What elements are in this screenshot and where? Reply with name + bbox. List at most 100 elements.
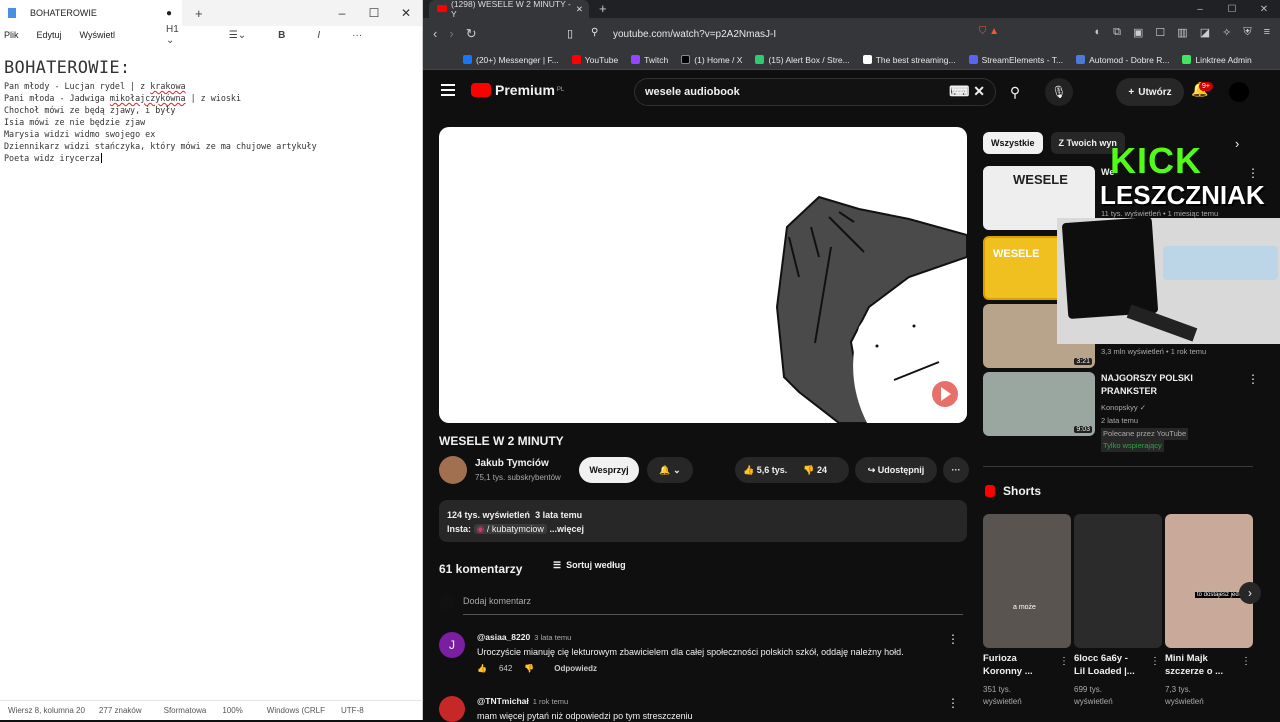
- maximize-icon[interactable]: ☐: [358, 0, 390, 26]
- chips-next-icon[interactable]: ›: [1235, 136, 1239, 151]
- avatar[interactable]: [1229, 82, 1249, 102]
- comment-author[interactable]: @asiaa_8220 3 lata temu: [477, 632, 571, 642]
- more-icon[interactable]: ···: [352, 30, 362, 41]
- sidebar-icon[interactable]: ▥: [1177, 26, 1187, 39]
- brave-shield-icon[interactable]: ⛉ ▲: [979, 26, 999, 37]
- bookmark-item[interactable]: Linktree Admin: [1182, 55, 1252, 65]
- notepad-editor[interactable]: BOHATEROWIE: Pan młody - Lucjan rydel | …: [4, 58, 317, 164]
- back-icon[interactable]: ‹: [433, 26, 437, 42]
- comment-avatar[interactable]: J: [439, 632, 465, 658]
- description-box[interactable]: 124 tys. wyświetleń 3 lata temu Insta: ◉…: [439, 500, 967, 542]
- more-actions-button[interactable]: ···: [943, 457, 969, 483]
- text-line: Pan młody - Lucjan rydel | z krakowa: [4, 81, 186, 91]
- leo-icon[interactable]: ✧: [1222, 26, 1231, 39]
- shorts-next-icon[interactable]: ›: [1239, 582, 1261, 604]
- extension-icon[interactable]: ⧉: [1113, 26, 1121, 39]
- encoding[interactable]: UTF-8: [325, 706, 364, 715]
- close-window-icon[interactable]: ✕: [390, 0, 422, 26]
- share-button[interactable]: ↪ Udostępnij: [855, 457, 937, 483]
- short-item[interactable]: to dostajesz jeden Mini Majk szczerze o .…: [1165, 514, 1253, 706]
- bookmark-item[interactable]: Twitch: [631, 55, 668, 65]
- reload-icon[interactable]: ↻: [466, 26, 477, 42]
- browser-tab-youtube[interactable]: (1298) WESELE W 2 MINUTY - Y ✕: [429, 0, 589, 19]
- bookmark-favicon-icon: [631, 55, 641, 64]
- bookmark-item[interactable]: YouTube: [571, 55, 618, 65]
- minimize-icon[interactable]: –: [326, 0, 358, 26]
- comment-avatar[interactable]: [439, 696, 465, 722]
- like-button[interactable]: 👍 5,6 tys. 👎 24: [735, 457, 849, 483]
- new-tab-icon[interactable]: +: [599, 1, 607, 16]
- rec-title: NAJGORSZY POLSKI PRANKSTER: [1101, 373, 1193, 396]
- chip-all[interactable]: Wszystkie: [983, 132, 1043, 154]
- char-count: 277 znaków: [98, 706, 142, 715]
- site-info-icon[interactable]: ⚲: [591, 27, 598, 38]
- zoom-level[interactable]: 100%: [206, 706, 242, 715]
- forward-icon[interactable]: ›: [449, 26, 453, 42]
- extension-icon[interactable]: ▣: [1133, 26, 1143, 39]
- bookmark-icon[interactable]: ▯: [567, 27, 573, 40]
- vpn-icon[interactable]: ⛨: [1243, 26, 1251, 39]
- maximize-icon[interactable]: ☐: [1216, 0, 1248, 18]
- short-menu-icon[interactable]: ⋮: [1059, 656, 1069, 667]
- add-comment-input[interactable]: Dodaj komentarz: [463, 596, 531, 606]
- comment-author[interactable]: @TNTmichał 1 rok temu: [477, 696, 568, 706]
- minimize-icon[interactable]: –: [1184, 0, 1216, 18]
- close-tab-icon[interactable]: ●: [166, 8, 172, 19]
- reply-button[interactable]: Odpowiedz: [554, 664, 597, 673]
- bookmark-item[interactable]: (1) Home / X: [681, 55, 742, 65]
- cursor-position: Wiersz 8, kolumna 20: [8, 706, 85, 715]
- italic-icon[interactable]: I: [317, 30, 320, 41]
- like-icon[interactable]: 👍: [477, 664, 487, 673]
- clear-search-icon[interactable]: ⌨ ✕: [949, 83, 985, 100]
- address-bar[interactable]: ▯ ⚲ youtube.com/watch?v=p2A2NmasJ-I ⛉ ▲: [563, 23, 1003, 45]
- sort-comments-button[interactable]: ☰ Sortuj według: [553, 560, 626, 571]
- menu-icon[interactable]: ≡: [1264, 26, 1270, 39]
- line-endings[interactable]: Windows (CRLF: [243, 706, 325, 715]
- instagram-link[interactable]: ◉ / kubatymciow: [473, 524, 547, 534]
- dislike-icon[interactable]: 👎: [524, 664, 534, 673]
- menu-edit[interactable]: Edytuj: [37, 30, 62, 40]
- channel-name[interactable]: Jakub Tymciów: [475, 458, 549, 469]
- channel-avatar[interactable]: [439, 456, 467, 484]
- format-status[interactable]: Sformatowa: [142, 706, 207, 715]
- short-menu-icon[interactable]: ⋮: [1150, 656, 1160, 667]
- menu-view[interactable]: Wyświetl: [80, 30, 115, 40]
- comment-menu-icon[interactable]: ⋮: [947, 696, 959, 710]
- youtube-logo[interactable]: Premium PL: [471, 82, 564, 98]
- short-item[interactable]: 6locc 6a6y - Lil Loaded |... 699 tys. wyśw…: [1074, 514, 1162, 706]
- create-button[interactable]: + Utwórz: [1116, 78, 1184, 106]
- support-button[interactable]: Wesprzyj: [579, 457, 639, 483]
- video-player[interactable]: [439, 127, 967, 423]
- dislike-icon[interactable]: 👎: [803, 465, 814, 476]
- hamburger-menu-icon[interactable]: [441, 84, 455, 96]
- bookmark-item[interactable]: StreamElements - T...: [968, 55, 1063, 65]
- close-tab-icon[interactable]: ✕: [576, 4, 583, 15]
- notepad-tab[interactable]: BOHATEROWIE ●: [0, 0, 182, 26]
- bookmark-item[interactable]: The best streaming...: [862, 55, 956, 65]
- text-line: Chochoł mówi ze będą zjawy, i były: [4, 105, 176, 115]
- short-menu-icon[interactable]: ⋮: [1241, 656, 1251, 667]
- menu-file[interactable]: Plik: [4, 30, 19, 40]
- mic-icon[interactable]: 🎙: [1045, 78, 1073, 106]
- rec-menu-icon[interactable]: ⋮: [1247, 372, 1259, 386]
- search-icon[interactable]: ⚲: [1001, 78, 1029, 106]
- close-window-icon[interactable]: ✕: [1248, 0, 1280, 18]
- text-line: Pani młoda - Jadwiga mikołajczykówna | z…: [4, 93, 241, 103]
- rec-channel[interactable]: Konopskyy ✓: [1101, 402, 1146, 414]
- heading-select[interactable]: H1 ⌄: [166, 24, 197, 46]
- bold-icon[interactable]: B: [278, 30, 285, 41]
- more-link[interactable]: ...więcej: [549, 524, 584, 534]
- list-icon[interactable]: ☰⌄: [229, 30, 246, 41]
- bookmark-item[interactable]: Automod - Dobre R...: [1076, 55, 1169, 65]
- extension-icon[interactable]: ◐: [1095, 26, 1102, 39]
- rec-menu-icon[interactable]: ⋮: [1247, 166, 1259, 180]
- search-input[interactable]: wesele audiobook ⌨ ✕: [634, 78, 996, 106]
- comment-menu-icon[interactable]: ⋮: [947, 632, 959, 646]
- bookmark-item[interactable]: (20+) Messenger | F...: [463, 55, 559, 65]
- short-item[interactable]: a może Furioza Koronny ... 351 tys. wyświe…: [983, 514, 1071, 706]
- bookmark-item[interactable]: (15) Alert Box / Stre...: [755, 55, 850, 65]
- subscribe-bell-button[interactable]: 🔔 ⌄: [647, 457, 693, 483]
- wallet-icon[interactable]: ◪: [1200, 26, 1210, 39]
- extension-icon[interactable]: ☐: [1155, 26, 1165, 39]
- new-tab-icon[interactable]: +: [195, 6, 203, 21]
